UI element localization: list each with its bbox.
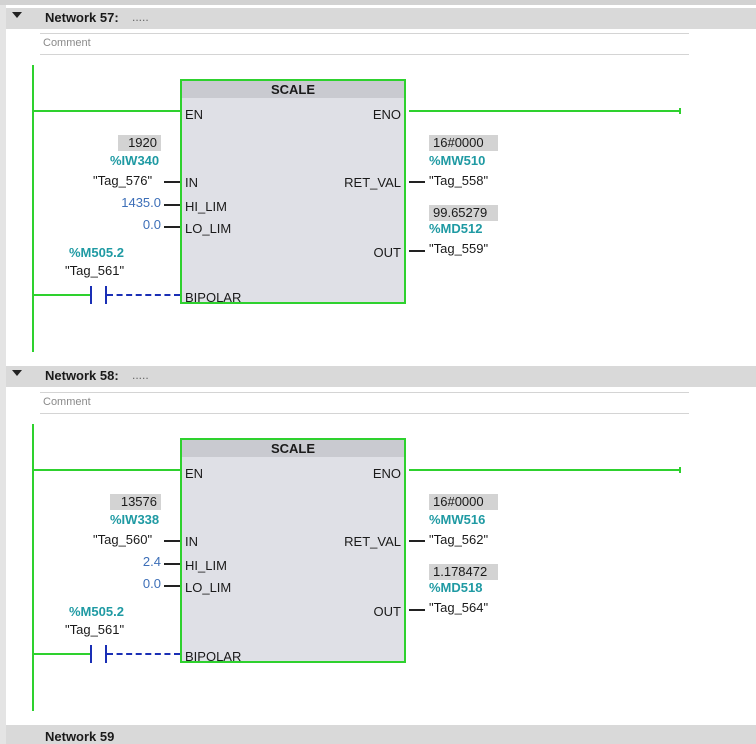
en-wire: [34, 110, 180, 112]
ret-val-tag[interactable]: "Tag_562": [429, 532, 488, 547]
in-tag[interactable]: "Tag_560": [93, 532, 152, 547]
in-wire: [164, 540, 180, 542]
pin-lo-lim: LO_LIM: [185, 580, 232, 595]
network-comment-field[interactable]: Comment: [40, 33, 689, 55]
ret-val-live-value: 16#0000: [429, 494, 498, 510]
lo-lim-constant[interactable]: 0.0: [104, 217, 161, 232]
collapse-triangle-icon[interactable]: [12, 12, 22, 18]
out-wire: [409, 250, 425, 252]
ret-val-address[interactable]: %MW510: [429, 153, 485, 168]
lo-lim-wire: [164, 226, 180, 228]
network-title-placeholder[interactable]: .....: [132, 368, 149, 382]
in-tag[interactable]: "Tag_576": [93, 173, 152, 188]
network-header[interactable]: Network 57: .....: [6, 8, 756, 29]
network-title-placeholder[interactable]: .....: [132, 10, 149, 24]
out-address[interactable]: %MD518: [429, 580, 482, 595]
pin-eno: ENO: [372, 107, 401, 122]
scale-block[interactable]: SCALE EN ENO IN RET_VAL HI_LIM LO_LIM OU…: [180, 438, 406, 664]
out-wire: [409, 609, 425, 611]
en-wire: [34, 469, 180, 471]
scale-block[interactable]: SCALE EN ENO IN RET_VAL HI_LIM LO_LIM OU…: [180, 79, 406, 305]
ret-val-tag[interactable]: "Tag_558": [429, 173, 488, 188]
pin-lo-lim: LO_LIM: [185, 221, 232, 236]
network-title: Network 58:: [45, 368, 119, 383]
contact-left-bar[interactable]: [90, 645, 92, 663]
in-live-value: 13576: [110, 494, 161, 510]
in-address[interactable]: %IW338: [110, 512, 159, 527]
bipolar-tag[interactable]: "Tag_561": [65, 622, 124, 637]
ret-val-live-value: 16#0000: [429, 135, 498, 151]
pin-hi-lim: HI_LIM: [185, 199, 227, 214]
bipolar-address[interactable]: %M505.2: [69, 245, 124, 260]
out-tag[interactable]: "Tag_559": [429, 241, 488, 256]
network-59-header[interactable]: Network 59: [6, 725, 756, 744]
pin-ret-val: RET_VAL: [344, 175, 401, 190]
pin-bipolar: BIPOLAR: [185, 649, 242, 664]
eno-wire: [409, 110, 680, 112]
lo-lim-constant[interactable]: 0.0: [104, 576, 161, 591]
in-live-value: 1920: [118, 135, 161, 151]
pin-out: OUT: [373, 245, 401, 260]
ret-val-address[interactable]: %MW516: [429, 512, 485, 527]
hi-lim-constant[interactable]: 1435.0: [104, 195, 161, 210]
pin-hi-lim: HI_LIM: [185, 558, 227, 573]
bipolar-rail-wire: [34, 294, 90, 296]
network-title: Network 59: [45, 729, 115, 744]
pin-out: OUT: [373, 604, 401, 619]
hi-lim-constant[interactable]: 2.4: [104, 554, 161, 569]
hi-lim-wire: [164, 204, 180, 206]
in-wire: [164, 181, 180, 183]
wire-end-tick: [679, 467, 681, 473]
lo-lim-wire: [164, 585, 180, 587]
network-title: Network 57:: [45, 10, 119, 25]
bipolar-address[interactable]: %M505.2: [69, 604, 124, 619]
contact-left-bar[interactable]: [90, 286, 92, 304]
block-title: SCALE: [182, 440, 404, 457]
out-tag[interactable]: "Tag_564": [429, 600, 488, 615]
network-header[interactable]: Network 58: .....: [6, 366, 756, 387]
bipolar-dashed-wire: [107, 653, 180, 655]
network-comment-field[interactable]: Comment: [40, 392, 689, 414]
block-title: SCALE: [182, 81, 404, 98]
pin-in: IN: [185, 534, 198, 549]
pin-in: IN: [185, 175, 198, 190]
in-address[interactable]: %IW340: [110, 153, 159, 168]
out-address[interactable]: %MD512: [429, 221, 482, 236]
left-power-rail: [32, 65, 34, 352]
collapse-triangle-icon[interactable]: [12, 370, 22, 376]
editor-top-strip: [0, 0, 756, 5]
ret-val-wire: [409, 540, 425, 542]
bipolar-rail-wire: [34, 653, 90, 655]
out-live-value: 99.65279: [429, 205, 498, 221]
pin-en: EN: [185, 466, 204, 481]
wire-end-tick: [679, 108, 681, 114]
ret-val-wire: [409, 181, 425, 183]
pin-bipolar: BIPOLAR: [185, 290, 242, 305]
left-power-rail: [32, 424, 34, 711]
bipolar-dashed-wire: [107, 294, 180, 296]
eno-wire: [409, 469, 680, 471]
bipolar-tag[interactable]: "Tag_561": [65, 263, 124, 278]
pin-ret-val: RET_VAL: [344, 534, 401, 549]
pin-eno: ENO: [372, 466, 401, 481]
pin-en: EN: [185, 107, 204, 122]
hi-lim-wire: [164, 563, 180, 565]
out-live-value: 1.178472: [429, 564, 498, 580]
